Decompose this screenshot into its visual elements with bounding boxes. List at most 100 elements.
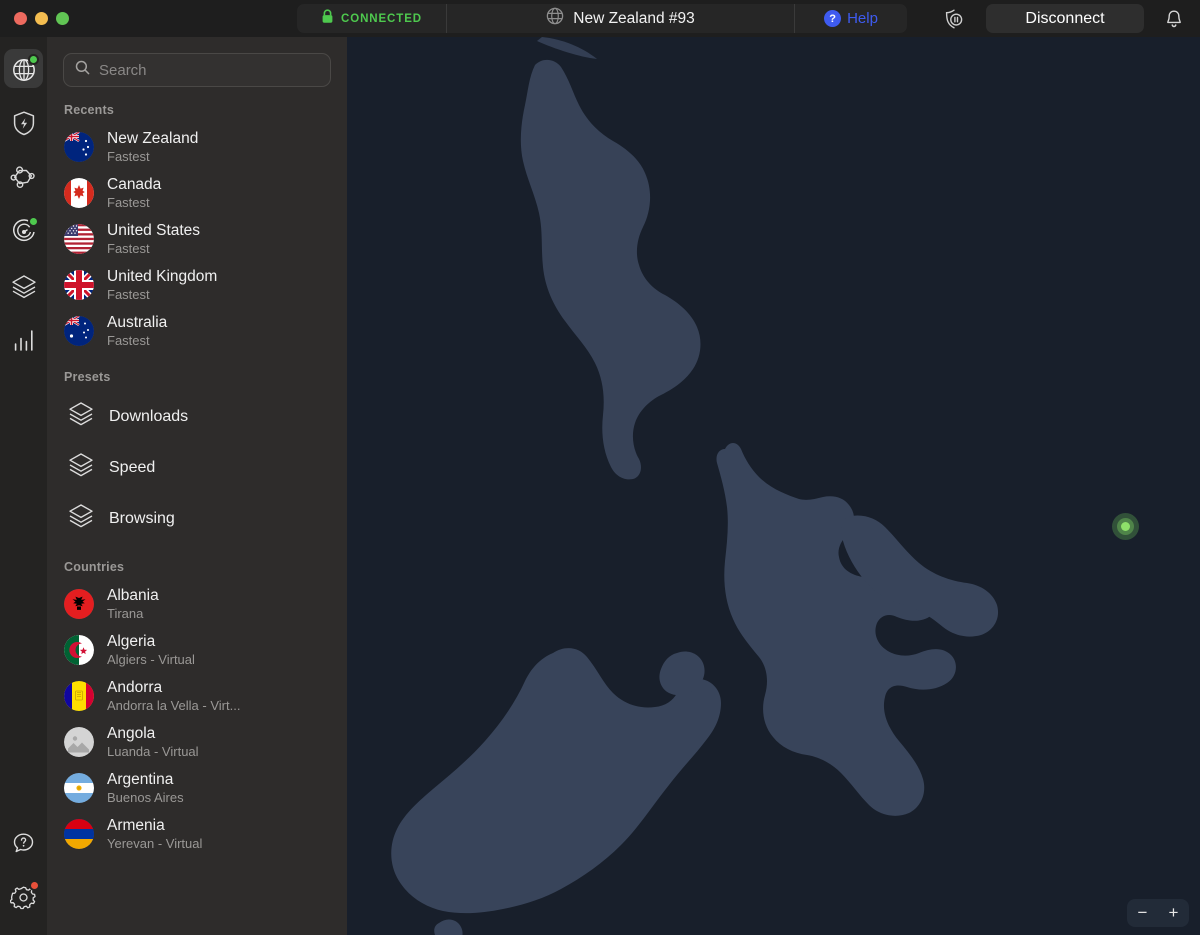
country-name: Armenia xyxy=(107,817,165,834)
preset-item-speed[interactable]: Speed xyxy=(47,442,347,493)
city-name: Fastest xyxy=(107,149,150,164)
zoom-button[interactable] xyxy=(56,12,69,25)
flag-united-kingdom xyxy=(64,270,94,300)
map-zoom-controls: − + xyxy=(1127,899,1189,927)
list-item-text: United Kingdom Fastest xyxy=(107,267,217,303)
search-box[interactable] xyxy=(63,53,331,87)
section-header-countries: Countries xyxy=(64,560,125,574)
shield-bolt-icon xyxy=(11,110,37,142)
list-item[interactable]: Canada Fastest xyxy=(47,170,347,216)
country-name: New Zealand xyxy=(107,130,199,147)
disconnect-button[interactable]: Disconnect xyxy=(986,4,1144,33)
rail-item-presets[interactable] xyxy=(0,261,47,315)
country-name: Angola xyxy=(107,725,156,742)
flag-albania xyxy=(64,589,94,619)
country-name: Argentina xyxy=(107,771,174,788)
locations-sidebar: Recents New Zealand Fas xyxy=(47,37,347,935)
pause-shield-icon[interactable] xyxy=(936,5,972,33)
list-item-text: Andorra Andorra la Vella - Virt... xyxy=(107,678,240,714)
rail-bottom-group xyxy=(0,819,47,927)
bell-icon[interactable] xyxy=(1160,6,1188,32)
globe-icon xyxy=(546,7,564,30)
layers-icon xyxy=(10,273,38,304)
flag-australia xyxy=(64,316,94,346)
city-name: Algiers - Virtual xyxy=(107,652,195,667)
country-name: Andorra xyxy=(107,679,163,696)
preset-item-downloads[interactable]: Downloads xyxy=(47,391,347,442)
server-selector[interactable]: New Zealand #93 xyxy=(447,4,795,33)
minimize-button[interactable] xyxy=(35,12,48,25)
zoom-in-button[interactable]: + xyxy=(1158,903,1189,923)
help-bubble-icon xyxy=(11,831,36,861)
list-item-text: Algeria Algiers - Virtual xyxy=(107,632,195,668)
list-item[interactable]: Angola Luanda - Virtual xyxy=(47,719,347,765)
search-input[interactable] xyxy=(99,61,319,79)
rail-item-globe[interactable] xyxy=(0,45,47,99)
list-item[interactable]: Australia Fastest xyxy=(47,308,347,354)
country-name: Canada xyxy=(107,176,162,193)
list-item[interactable]: United Kingdom Fastest xyxy=(47,262,347,308)
list-item[interactable]: Albania Tirana xyxy=(47,581,347,627)
icon-rail xyxy=(0,37,47,935)
rail-item-mesh-network[interactable] xyxy=(0,153,47,207)
zoom-out-button[interactable]: − xyxy=(1127,903,1158,923)
close-button[interactable] xyxy=(14,12,27,25)
city-name: Luanda - Virtual xyxy=(107,744,199,759)
connection-status: CONNECTED xyxy=(297,4,447,33)
mesh-network-icon xyxy=(10,164,37,196)
status-bar: CONNECTED New Zealand #93 ? Help xyxy=(297,4,907,33)
preset-label: Speed xyxy=(109,458,156,476)
city-name: Fastest xyxy=(107,287,150,302)
flag-andorra xyxy=(64,681,94,711)
country-name: United Kingdom xyxy=(107,268,218,285)
map-view[interactable]: − + xyxy=(347,37,1200,935)
rail-item-help[interactable] xyxy=(0,819,47,873)
section-header-presets: Presets xyxy=(64,370,111,384)
help-button[interactable]: ? Help xyxy=(795,4,907,33)
city-name: Tirana xyxy=(107,606,144,621)
flag-placeholder-icon xyxy=(64,727,94,757)
list-item-text: United States Fastest xyxy=(107,221,200,257)
list-item-text: Angola Luanda - Virtual xyxy=(107,724,199,760)
flag-armenia xyxy=(64,819,94,849)
list-item-text: Canada Fastest xyxy=(107,175,161,211)
preset-item-browsing[interactable]: Browsing xyxy=(47,493,347,544)
north-island xyxy=(716,443,956,816)
list-item[interactable]: Algeria Algiers - Virtual xyxy=(47,627,347,673)
title-bar: CONNECTED New Zealand #93 ? Help Disconn… xyxy=(0,0,1200,37)
map-canvas xyxy=(391,37,999,935)
rail-item-settings[interactable] xyxy=(0,873,47,927)
search-icon xyxy=(75,60,90,80)
connected-label: CONNECTED xyxy=(341,12,422,25)
list-item[interactable]: Andorra Andorra la Vella - Virt... xyxy=(47,673,347,719)
list-item[interactable]: Armenia Yerevan - Virtual xyxy=(47,811,347,857)
list-item-text: Argentina Buenos Aires xyxy=(107,770,184,806)
rail-item-radar[interactable] xyxy=(0,207,47,261)
city-name: Yerevan - Virtual xyxy=(107,836,203,851)
city-name: Fastest xyxy=(107,241,150,256)
city-name: Andorra la Vella - Virt... xyxy=(107,698,241,713)
flag-canada xyxy=(64,178,94,208)
city-name: Buenos Aires xyxy=(107,790,184,805)
list-item-text: New Zealand Fastest xyxy=(107,129,198,165)
status-dot xyxy=(28,216,39,227)
lock-icon xyxy=(321,8,334,29)
help-label: Help xyxy=(847,10,878,27)
preset-label: Browsing xyxy=(109,509,175,527)
country-name: Algeria xyxy=(107,633,156,650)
rail-item-statistics[interactable] xyxy=(0,315,47,369)
city-name: Fastest xyxy=(107,333,150,348)
notification-dot xyxy=(29,880,40,891)
preset-label: Downloads xyxy=(109,407,189,425)
list-item[interactable]: Argentina Buenos Aires xyxy=(47,765,347,811)
list-item[interactable]: United States Fastest xyxy=(47,216,347,262)
list-item[interactable]: New Zealand Fastest xyxy=(47,124,347,170)
stewart-island xyxy=(434,919,463,935)
country-name: Australia xyxy=(107,314,168,331)
window-controls xyxy=(0,12,69,25)
layers-icon xyxy=(66,400,96,433)
rail-item-threat-protection[interactable] xyxy=(0,99,47,153)
flag-algeria xyxy=(64,635,94,665)
search-area xyxy=(47,37,347,87)
server-location-marker[interactable] xyxy=(1121,522,1130,531)
